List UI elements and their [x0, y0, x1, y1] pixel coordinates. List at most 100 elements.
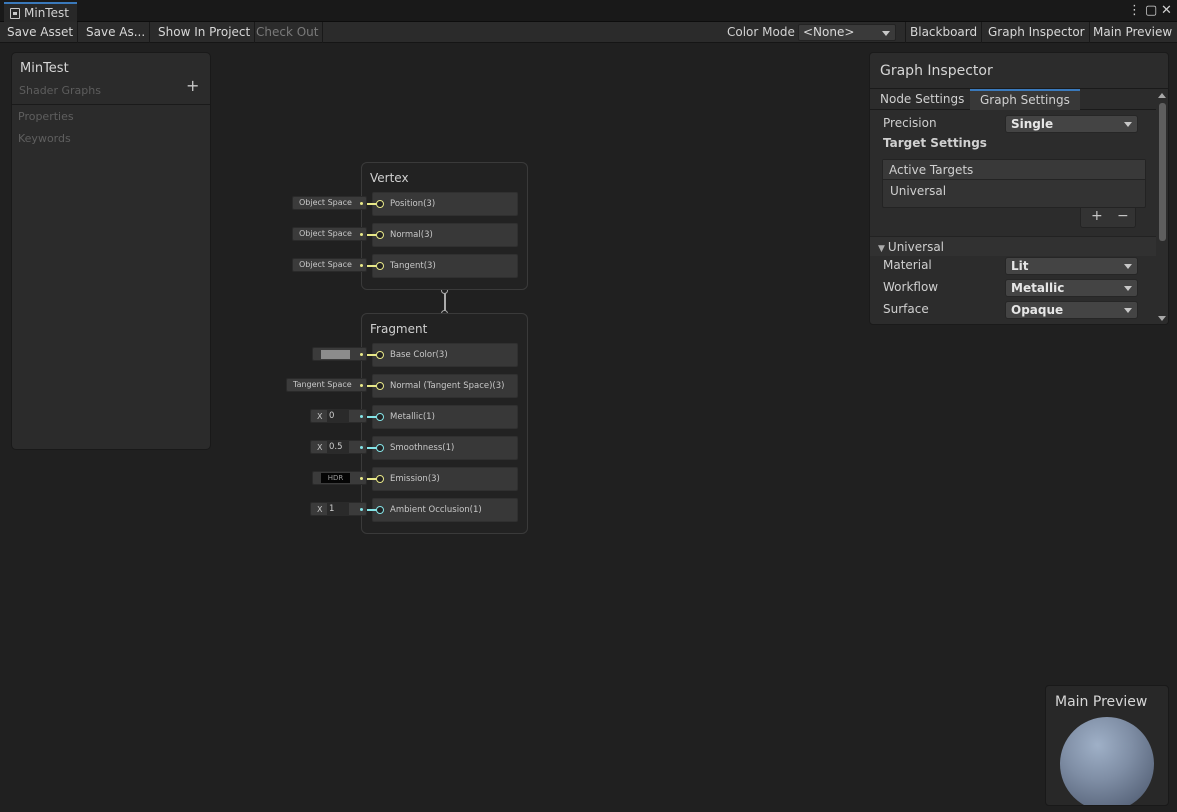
vertex-context[interactable]: Vertex Position(3) Normal(3) Tangent(3)	[361, 162, 528, 290]
chevron-down-icon	[1124, 122, 1132, 127]
add-target-button[interactable]: +	[1091, 208, 1103, 224]
float-port[interactable]	[376, 506, 384, 514]
normal-space-input[interactable]: Object Space	[292, 227, 367, 241]
position-space-input[interactable]: Object Space	[292, 196, 367, 210]
remove-target-button[interactable]: −	[1117, 208, 1129, 224]
material-dropdown[interactable]: Lit	[1005, 257, 1138, 275]
metallic-slot[interactable]: Metallic(1)	[372, 405, 518, 429]
slot-label: Base Color(3)	[390, 350, 448, 360]
precision-value: Single	[1011, 117, 1054, 131]
space-value: Object Space	[299, 229, 352, 238]
color-mode-label: Color Mode	[727, 25, 795, 39]
vector-port[interactable]	[376, 200, 384, 208]
normal-slot[interactable]: Normal(3)	[372, 223, 518, 247]
slot-label: Normal(3)	[390, 230, 433, 240]
kebab-icon[interactable]: ⋮	[1128, 3, 1141, 19]
scroll-thumb[interactable]	[1159, 103, 1166, 241]
scroll-down-icon[interactable]	[1158, 316, 1166, 321]
fragment-title: Fragment	[370, 322, 428, 336]
edge	[367, 265, 377, 267]
surface-dropdown[interactable]: Opaque	[1005, 301, 1138, 319]
workflow-dropdown[interactable]: Metallic	[1005, 279, 1138, 297]
blackboard-panel: MinTest Shader Graphs + Properties Keywo…	[11, 52, 211, 450]
color-swatch[interactable]	[321, 350, 350, 359]
graph-inspector-toggle[interactable]: Graph Inspector	[984, 22, 1090, 43]
vector-port[interactable]	[376, 351, 384, 359]
color-mode-value: <None>	[803, 25, 855, 39]
inspector-tabs: Node Settings Graph Settings	[870, 88, 1168, 110]
target-settings-heading: Target Settings	[883, 136, 987, 150]
metallic-value[interactable]: 0	[327, 410, 349, 422]
position-slot[interactable]: Position(3)	[372, 192, 518, 216]
blackboard-toggle[interactable]: Blackboard	[905, 22, 983, 43]
tab-node-settings[interactable]: Node Settings	[870, 89, 974, 110]
hdr-color-swatch[interactable]: HDR	[321, 473, 350, 483]
show-in-project-button[interactable]: Show In Project	[154, 22, 256, 43]
ambient-occlusion-slot[interactable]: Ambient Occlusion(1)	[372, 498, 518, 522]
tab-graph-settings[interactable]: Graph Settings	[970, 89, 1080, 110]
preview-title: Main Preview	[1055, 694, 1148, 710]
window-tab[interactable]: MinTest	[4, 2, 77, 22]
vector-port[interactable]	[376, 382, 384, 390]
normal-tangent-slot[interactable]: Normal (Tangent Space)(3)	[372, 374, 518, 398]
maximize-icon[interactable]: ▢	[1145, 3, 1157, 19]
check-out-button[interactable]: Check Out	[252, 22, 324, 43]
base-color-slot[interactable]: Base Color(3)	[372, 343, 518, 367]
fragment-context[interactable]: Fragment Base Color(3) Normal (Tangent S…	[361, 313, 528, 534]
emission-input[interactable]: HDR	[312, 471, 367, 485]
chevron-down-icon	[1124, 308, 1132, 313]
vector-port[interactable]	[376, 262, 384, 270]
slot-label: Smoothness(1)	[390, 443, 455, 453]
base-color-input[interactable]	[312, 347, 367, 361]
edge	[367, 478, 377, 480]
vector-port[interactable]	[376, 475, 384, 483]
normal-space-input[interactable]: Tangent Space	[286, 378, 367, 392]
inspector-title: Graph Inspector	[880, 63, 993, 79]
color-mode-dropdown[interactable]: <None>	[798, 24, 896, 41]
axis-label: X	[317, 443, 323, 452]
divider	[12, 104, 210, 105]
toolbar: Save Asset Save As... Show In Project Ch…	[0, 22, 1177, 43]
scroll-up-icon[interactable]	[1158, 93, 1166, 98]
blackboard-subtitle: Shader Graphs	[19, 84, 101, 97]
smoothness-slot[interactable]: Smoothness(1)	[372, 436, 518, 460]
inspector-scrollbar[interactable]	[1156, 91, 1168, 324]
port-dot	[360, 384, 363, 387]
triangle-down-icon: ▼	[878, 244, 885, 254]
float-port[interactable]	[376, 444, 384, 452]
port-dot	[360, 202, 363, 205]
universal-section-header[interactable]: ▼ Universal	[870, 236, 1156, 256]
workflow-value: Metallic	[1011, 281, 1065, 295]
tangent-slot[interactable]: Tangent(3)	[372, 254, 518, 278]
port-dot	[360, 233, 363, 236]
vector-port[interactable]	[376, 231, 384, 239]
edge	[367, 234, 377, 236]
properties-section[interactable]: Properties	[18, 110, 74, 123]
target-universal[interactable]: Universal	[890, 184, 946, 198]
smoothness-input[interactable]: X 0.5	[310, 440, 367, 454]
space-value: Tangent Space	[293, 380, 352, 389]
slot-label: Metallic(1)	[390, 412, 435, 422]
keywords-section[interactable]: Keywords	[18, 132, 71, 145]
close-icon[interactable]: ✕	[1161, 3, 1172, 19]
preview-sphere[interactable]	[1060, 717, 1154, 805]
workflow-label: Workflow	[883, 280, 939, 294]
emission-slot[interactable]: Emission(3)	[372, 467, 518, 491]
chevron-down-icon	[1124, 264, 1132, 269]
port-dot	[360, 353, 363, 356]
ambient-occlusion-input[interactable]: X 1	[310, 502, 367, 516]
metallic-input[interactable]: X 0	[310, 409, 367, 423]
float-port[interactable]	[376, 413, 384, 421]
space-value: Object Space	[299, 198, 352, 207]
ambient-occlusion-value[interactable]: 1	[327, 503, 349, 515]
add-property-button[interactable]: +	[186, 76, 199, 95]
save-as-button[interactable]: Save As...	[82, 22, 151, 43]
main-preview-toggle[interactable]: Main Preview	[1089, 22, 1176, 43]
edge	[367, 447, 377, 449]
port-dot	[360, 264, 363, 267]
precision-dropdown[interactable]: Single	[1005, 115, 1138, 133]
smoothness-value[interactable]: 0.5	[327, 441, 349, 453]
shader-graph-icon	[10, 7, 20, 19]
tangent-space-input[interactable]: Object Space	[292, 258, 367, 272]
save-asset-button[interactable]: Save Asset	[3, 22, 79, 43]
